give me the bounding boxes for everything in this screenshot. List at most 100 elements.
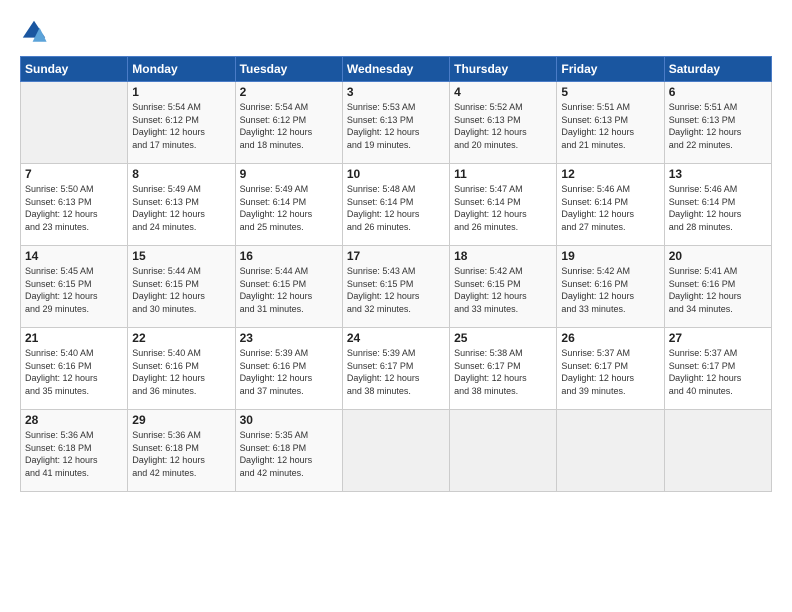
day-number: 21 — [25, 331, 123, 345]
cell-info: Sunrise: 5:36 AM Sunset: 6:18 PM Dayligh… — [25, 429, 123, 479]
weekday-header-thursday: Thursday — [450, 57, 557, 82]
logo — [20, 18, 50, 46]
cell-info: Sunrise: 5:37 AM Sunset: 6:17 PM Dayligh… — [561, 347, 659, 397]
day-number: 6 — [669, 85, 767, 99]
day-number: 1 — [132, 85, 230, 99]
calendar-cell: 13 Sunrise: 5:46 AM Sunset: 6:14 PM Dayli… — [664, 164, 771, 246]
calendar-cell: 8 Sunrise: 5:49 AM Sunset: 6:13 PM Daylig… — [128, 164, 235, 246]
day-number: 28 — [25, 413, 123, 427]
day-number: 29 — [132, 413, 230, 427]
cell-info: Sunrise: 5:47 AM Sunset: 6:14 PM Dayligh… — [454, 183, 552, 233]
day-number: 27 — [669, 331, 767, 345]
calendar-table: SundayMondayTuesdayWednesdayThursdayFrid… — [20, 56, 772, 492]
calendar-cell: 11Sunrise: 5:47 AM Sunset: 6:14 PM Dayli… — [450, 164, 557, 246]
cell-info: Sunrise: 5:49 AM Sunset: 6:14 PM Dayligh… — [240, 183, 338, 233]
day-number: 18 — [454, 249, 552, 263]
cell-info: Sunrise: 5:35 AM Sunset: 6:18 PM Dayligh… — [240, 429, 338, 479]
cell-info: Sunrise: 5:51 AM Sunset: 6:13 PM Dayligh… — [561, 101, 659, 151]
calendar-cell: 19 Sunrise: 5:42 AM Sunset: 6:16 PM Dayli… — [557, 246, 664, 328]
day-number: 9 — [240, 167, 338, 181]
cell-info: Sunrise: 5:50 AM Sunset: 6:13 PM Dayligh… — [25, 183, 123, 233]
cell-info: Sunrise: 5:44 AM Sunset: 6:15 PM Dayligh… — [132, 265, 230, 315]
cell-info: Sunrise: 5:42 AM Sunset: 6:16 PM Dayligh… — [561, 265, 659, 315]
day-number: 24 — [347, 331, 445, 345]
calendar-cell: 2 Sunrise: 5:54 AM Sunset: 6:12 PM Daylig… — [235, 82, 342, 164]
day-number: 22 — [132, 331, 230, 345]
page-container: SundayMondayTuesdayWednesdayThursdayFrid… — [0, 0, 792, 612]
day-number: 16 — [240, 249, 338, 263]
calendar-cell — [21, 82, 128, 164]
day-number: 13 — [669, 167, 767, 181]
cell-info: Sunrise: 5:51 AM Sunset: 6:13 PM Dayligh… — [669, 101, 767, 151]
cell-info: Sunrise: 5:40 AM Sunset: 6:16 PM Dayligh… — [132, 347, 230, 397]
weekday-header-row: SundayMondayTuesdayWednesdayThursdayFrid… — [21, 57, 772, 82]
calendar-cell: 25Sunrise: 5:38 AM Sunset: 6:17 PM Dayli… — [450, 328, 557, 410]
day-number: 4 — [454, 85, 552, 99]
calendar-cell: 4 Sunrise: 5:52 AM Sunset: 6:13 PM Daylig… — [450, 82, 557, 164]
calendar-cell: 22 Sunrise: 5:40 AM Sunset: 6:16 PM Dayli… — [128, 328, 235, 410]
calendar-cell: 3 Sunrise: 5:53 AM Sunset: 6:13 PM Daylig… — [342, 82, 449, 164]
calendar-cell: 24 Sunrise: 5:39 AM Sunset: 6:17 PM Dayli… — [342, 328, 449, 410]
cell-info: Sunrise: 5:43 AM Sunset: 6:15 PM Dayligh… — [347, 265, 445, 315]
calendar-cell: 21 Sunrise: 5:40 AM Sunset: 6:16 PM Dayli… — [21, 328, 128, 410]
cell-info: Sunrise: 5:39 AM Sunset: 6:17 PM Dayligh… — [347, 347, 445, 397]
calendar-cell: 7Sunrise: 5:50 AM Sunset: 6:13 PM Daylig… — [21, 164, 128, 246]
calendar-cell: 27Sunrise: 5:37 AM Sunset: 6:17 PM Dayli… — [664, 328, 771, 410]
cell-info: Sunrise: 5:39 AM Sunset: 6:16 PM Dayligh… — [240, 347, 338, 397]
day-number: 3 — [347, 85, 445, 99]
day-number: 8 — [132, 167, 230, 181]
day-number: 14 — [25, 249, 123, 263]
calendar-cell: 9 Sunrise: 5:49 AM Sunset: 6:14 PM Daylig… — [235, 164, 342, 246]
cell-info: Sunrise: 5:54 AM Sunset: 6:12 PM Dayligh… — [132, 101, 230, 151]
day-number: 17 — [347, 249, 445, 263]
calendar-cell: 10 Sunrise: 5:48 AM Sunset: 6:14 PM Dayli… — [342, 164, 449, 246]
calendar-cell — [557, 410, 664, 492]
cell-info: Sunrise: 5:53 AM Sunset: 6:13 PM Dayligh… — [347, 101, 445, 151]
calendar-cell — [450, 410, 557, 492]
day-number: 2 — [240, 85, 338, 99]
calendar-row-1: 7Sunrise: 5:50 AM Sunset: 6:13 PM Daylig… — [21, 164, 772, 246]
weekday-header-sunday: Sunday — [21, 57, 128, 82]
cell-info: Sunrise: 5:46 AM Sunset: 6:14 PM Dayligh… — [669, 183, 767, 233]
cell-info: Sunrise: 5:45 AM Sunset: 6:15 PM Dayligh… — [25, 265, 123, 315]
cell-info: Sunrise: 5:52 AM Sunset: 6:13 PM Dayligh… — [454, 101, 552, 151]
cell-info: Sunrise: 5:41 AM Sunset: 6:16 PM Dayligh… — [669, 265, 767, 315]
day-number: 19 — [561, 249, 659, 263]
weekday-header-monday: Monday — [128, 57, 235, 82]
cell-info: Sunrise: 5:49 AM Sunset: 6:13 PM Dayligh… — [132, 183, 230, 233]
calendar-cell: 26Sunrise: 5:37 AM Sunset: 6:17 PM Dayli… — [557, 328, 664, 410]
calendar-cell: 23 Sunrise: 5:39 AM Sunset: 6:16 PM Dayli… — [235, 328, 342, 410]
calendar-row-2: 14 Sunrise: 5:45 AM Sunset: 6:15 PM Dayli… — [21, 246, 772, 328]
day-number: 23 — [240, 331, 338, 345]
day-number: 30 — [240, 413, 338, 427]
calendar-cell: 12Sunrise: 5:46 AM Sunset: 6:14 PM Dayli… — [557, 164, 664, 246]
cell-info: Sunrise: 5:40 AM Sunset: 6:16 PM Dayligh… — [25, 347, 123, 397]
calendar-cell: 5 Sunrise: 5:51 AM Sunset: 6:13 PM Daylig… — [557, 82, 664, 164]
cell-info: Sunrise: 5:54 AM Sunset: 6:12 PM Dayligh… — [240, 101, 338, 151]
calendar-cell: 20 Sunrise: 5:41 AM Sunset: 6:16 PM Dayli… — [664, 246, 771, 328]
weekday-header-friday: Friday — [557, 57, 664, 82]
cell-info: Sunrise: 5:46 AM Sunset: 6:14 PM Dayligh… — [561, 183, 659, 233]
cell-info: Sunrise: 5:48 AM Sunset: 6:14 PM Dayligh… — [347, 183, 445, 233]
calendar-cell: 18 Sunrise: 5:42 AM Sunset: 6:15 PM Dayli… — [450, 246, 557, 328]
calendar-cell: 1 Sunrise: 5:54 AM Sunset: 6:12 PM Daylig… — [128, 82, 235, 164]
calendar-cell: 17 Sunrise: 5:43 AM Sunset: 6:15 PM Dayli… — [342, 246, 449, 328]
calendar-row-3: 21 Sunrise: 5:40 AM Sunset: 6:16 PM Dayli… — [21, 328, 772, 410]
calendar-cell: 30 Sunrise: 5:35 AM Sunset: 6:18 PM Dayli… — [235, 410, 342, 492]
day-number: 10 — [347, 167, 445, 181]
weekday-header-saturday: Saturday — [664, 57, 771, 82]
day-number: 5 — [561, 85, 659, 99]
day-number: 15 — [132, 249, 230, 263]
weekday-header-wednesday: Wednesday — [342, 57, 449, 82]
page-header — [20, 18, 772, 46]
calendar-cell — [664, 410, 771, 492]
cell-info: Sunrise: 5:42 AM Sunset: 6:15 PM Dayligh… — [454, 265, 552, 315]
calendar-cell: 6 Sunrise: 5:51 AM Sunset: 6:13 PM Daylig… — [664, 82, 771, 164]
calendar-row-4: 28 Sunrise: 5:36 AM Sunset: 6:18 PM Dayli… — [21, 410, 772, 492]
calendar-cell: 28 Sunrise: 5:36 AM Sunset: 6:18 PM Dayli… — [21, 410, 128, 492]
day-number: 20 — [669, 249, 767, 263]
calendar-row-0: 1 Sunrise: 5:54 AM Sunset: 6:12 PM Daylig… — [21, 82, 772, 164]
calendar-cell: 16Sunrise: 5:44 AM Sunset: 6:15 PM Dayli… — [235, 246, 342, 328]
calendar-cell: 15 Sunrise: 5:44 AM Sunset: 6:15 PM Dayli… — [128, 246, 235, 328]
day-number: 25 — [454, 331, 552, 345]
